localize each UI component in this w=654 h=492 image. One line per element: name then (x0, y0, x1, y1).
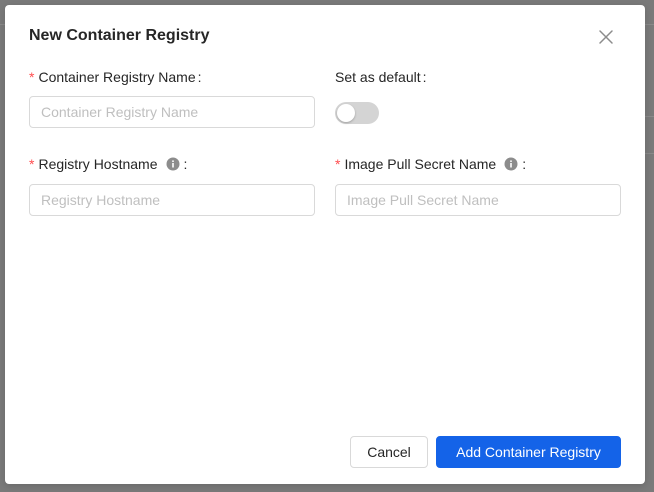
required-marker: * (29, 156, 35, 172)
info-icon[interactable] (166, 157, 180, 171)
set-default-toggle[interactable] (335, 102, 379, 124)
registry-name-label: * Container Registry Name : (29, 69, 202, 85)
pull-secret-label: * Image Pull Secret Name : (335, 156, 526, 172)
required-marker: * (335, 156, 341, 172)
close-button[interactable] (595, 26, 617, 48)
registry-name-input[interactable] (29, 96, 315, 128)
registry-name-label-text: Container Registry Name (38, 69, 196, 85)
background-divider (645, 116, 654, 117)
new-container-registry-dialog: New Container Registry * Container Regis… (5, 5, 645, 484)
set-default-label: Set as default : (335, 69, 427, 85)
hostname-label-text: Registry Hostname (38, 156, 158, 172)
background-divider (645, 24, 654, 25)
required-marker: * (29, 69, 35, 85)
close-icon (595, 26, 617, 48)
pull-secret-label-text: Image Pull Secret Name (344, 156, 497, 172)
cancel-button[interactable]: Cancel (350, 436, 428, 468)
label-colon: : (183, 156, 188, 172)
info-icon[interactable] (504, 157, 518, 171)
dialog-title: New Container Registry (29, 27, 210, 44)
label-colon: : (197, 69, 202, 85)
hostname-input[interactable] (29, 184, 315, 216)
add-container-registry-button[interactable]: Add Container Registry (436, 436, 621, 468)
hostname-label: * Registry Hostname : (29, 156, 187, 172)
toggle-knob (337, 104, 355, 122)
label-colon: : (522, 156, 527, 172)
background-divider (645, 153, 654, 154)
label-colon: : (422, 69, 427, 85)
pull-secret-input[interactable] (335, 184, 621, 216)
set-default-label-text: Set as default (335, 69, 421, 85)
